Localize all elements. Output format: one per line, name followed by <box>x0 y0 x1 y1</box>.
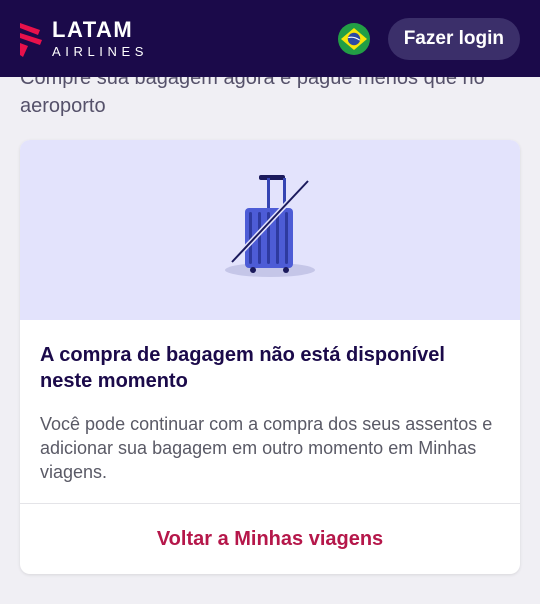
logo-secondary-text: AIRLINES <box>52 44 149 59</box>
luggage-unavailable-icon <box>225 175 315 277</box>
latam-logo[interactable]: LATAM AIRLINES <box>20 19 148 59</box>
login-button[interactable]: Fazer login <box>387 17 520 60</box>
back-to-my-trips-link[interactable]: Voltar a Minhas viagens <box>20 504 520 574</box>
baggage-unavailable-card: A compra de bagagem não está disponível … <box>20 140 520 574</box>
logo-primary-text: LATAM <box>52 17 134 42</box>
top-header: LATAM AIRLINES Fazer login <box>0 0 540 77</box>
latam-logo-icon <box>20 22 42 57</box>
card-title: A compra de bagagem não está disponível … <box>40 344 445 392</box>
card-description: Você pode continuar com a compra dos seu… <box>40 414 493 482</box>
card-illustration <box>20 140 520 320</box>
brazil-flag-icon[interactable] <box>337 22 370 55</box>
